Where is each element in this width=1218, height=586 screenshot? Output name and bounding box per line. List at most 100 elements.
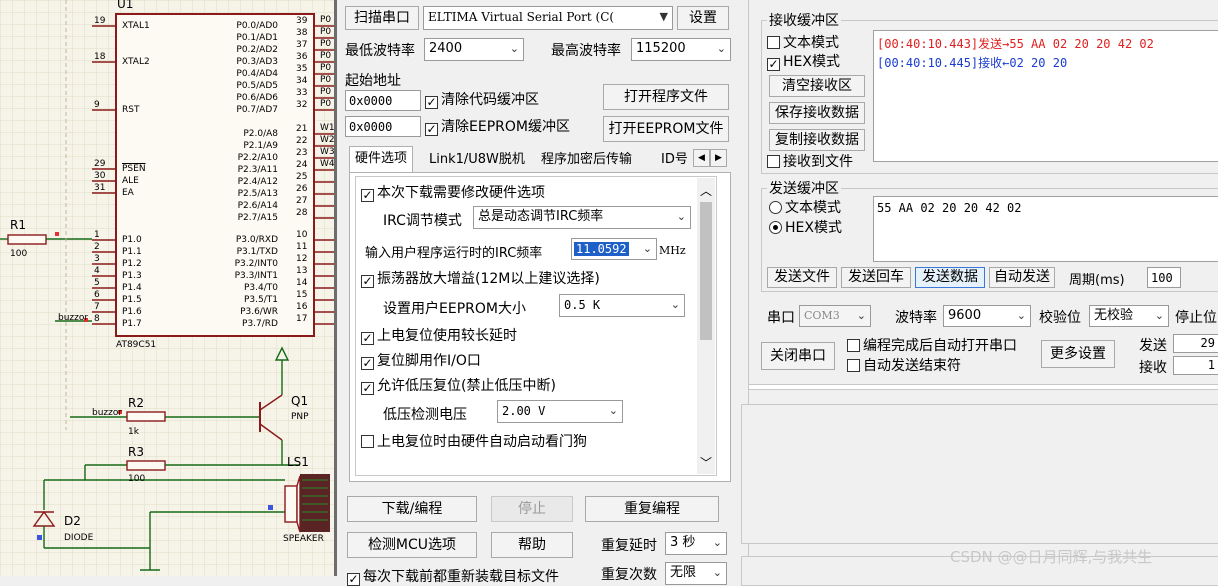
chip-right-pin-name: P2.7/A15 <box>237 213 278 223</box>
eeprom-size-select[interactable]: 0.5 K ⌄ <box>559 294 685 317</box>
tab-scroll-right-icon[interactable]: ▶ <box>710 149 727 167</box>
recv-hex-mode-checkbox[interactable]: ✓ HEX模式 <box>767 53 840 71</box>
receive-textarea[interactable]: [00:40:10.443]发送→55 AA 02 20 20 42 02 [00… <box>873 30 1218 162</box>
reset-pin-io-label: 复位脚用作I/O口 <box>377 353 481 369</box>
net-label-w: W3 <box>320 147 334 157</box>
check-icon: ✓ <box>361 381 374 395</box>
irc-mode-select[interactable]: 总是动态调节IRC频率 ⌄ <box>473 206 691 229</box>
send-file-button[interactable]: 发送文件 <box>767 267 837 288</box>
chip-right-pin-name: P2.3/A11 <box>237 165 278 175</box>
reload-before-download-checkbox[interactable]: ✓ 每次下载前都重新装载目标文件 <box>347 568 559 586</box>
speaker-body <box>284 485 298 523</box>
open-program-file-button[interactable]: 打开程序文件 <box>603 84 729 110</box>
open-eeprom-file-button[interactable]: 打开EEPROM文件 <box>603 116 729 142</box>
save-receive-button[interactable]: 保存接收数据 <box>769 102 865 124</box>
recv-text-mode-checkbox[interactable]: 文本模式 <box>767 34 839 52</box>
reload-before-download-label: 每次下载前都重新装载目标文件 <box>363 569 559 585</box>
hw-watchdog-checkbox[interactable]: 上电复位时由硬件自动启动看门狗 <box>361 433 587 451</box>
q1-type: PNP <box>291 412 309 422</box>
low-voltage-reset-checkbox[interactable]: ✓ 允许低压复位(禁止低压中断) <box>361 377 556 395</box>
lv-detect-select[interactable]: 2.00 V ⌄ <box>497 400 623 423</box>
scroll-down-icon[interactable]: ﹀ <box>697 454 715 471</box>
tab-link1-offline[interactable]: Link1/U8W脱机 <box>423 147 531 173</box>
auto-open-port-checkbox[interactable]: 编程完成后自动打开串口 <box>847 337 1017 355</box>
eeprom-start-address-input[interactable]: 0x0000 <box>345 116 421 137</box>
repeat-delay-value: 3 秒 <box>670 535 696 550</box>
help-button[interactable]: 帮助 <box>491 532 573 558</box>
scroll-up-icon[interactable]: ︿ <box>697 182 715 199</box>
chip-right-pin-number: 37 <box>296 40 308 50</box>
tab-id-number[interactable]: ID号 <box>655 147 695 173</box>
chevron-down-icon: ▼ <box>659 10 668 23</box>
repeat-delay-select[interactable]: 3 秒 ⌄ <box>665 532 727 555</box>
port-combo[interactable]: COM3 ⌄ <box>799 305 871 327</box>
osc-gain-checkbox[interactable]: ✓ 振荡器放大增益(12M以上建议选择) <box>361 270 600 288</box>
tab-encrypted-transfer[interactable]: 程序加密后传输 <box>535 147 638 173</box>
net-label-p0: P0 <box>320 39 332 49</box>
more-settings-button[interactable]: 更多设置 <box>1041 340 1115 368</box>
settings-button[interactable]: 设置 <box>677 6 729 30</box>
chip-right-pin-number: 13 <box>296 266 308 276</box>
chip-right-pin-name: P2.0/A8 <box>243 129 278 139</box>
scan-port-button[interactable]: 扫描串口 <box>345 6 419 30</box>
check-mcu-button[interactable]: 检测MCU选项 <box>347 532 477 558</box>
stop-button[interactable]: 停止 <box>491 496 573 522</box>
close-port-button[interactable]: 关闭串口 <box>761 342 835 370</box>
modify-hw-options-checkbox[interactable]: ✓ 本次下载需要修改硬件选项 <box>361 184 545 202</box>
net-label-p0: P0 <box>320 75 332 85</box>
net-label-w: W4 <box>320 159 334 169</box>
auto-send-terminator-label: 自动发送结束符 <box>863 358 961 374</box>
chip-right-pin-number: 39 <box>296 16 308 26</box>
period-label: 周期(ms) <box>1069 273 1125 288</box>
repeat-count-select[interactable]: 无限 ⌄ <box>665 562 727 585</box>
chevron-down-icon: ⌄ <box>642 242 652 255</box>
chip-right-pin-name: P3.1/TXD <box>236 247 278 257</box>
tab-hardware-options[interactable]: 硬件选项 <box>349 146 414 172</box>
check-empty-icon <box>847 339 860 352</box>
irc-freq-select[interactable]: 11.0592 ⌄ <box>571 238 657 260</box>
download-program-button[interactable]: 下载/编程 <box>347 496 477 522</box>
reprogram-button[interactable]: 重复编程 <box>585 496 719 522</box>
parity-combo[interactable]: 无校验 ⌄ <box>1089 305 1169 327</box>
chip-right-pin-number: 14 <box>296 278 308 288</box>
stop-bits-label: 停止位 <box>1175 310 1217 326</box>
max-baud-select[interactable]: 115200 ⌄ <box>631 38 731 61</box>
tab-scroll-left-icon[interactable]: ◀ <box>693 149 710 167</box>
scroll-thumb[interactable] <box>700 202 712 340</box>
period-input[interactable]: 100 <box>1147 267 1181 288</box>
auto-send-terminator-checkbox[interactable]: 自动发送结束符 <box>847 357 961 375</box>
net-label-w: W2 <box>320 135 334 145</box>
min-baud-select[interactable]: 2400 ⌄ <box>424 38 524 61</box>
auto-send-button[interactable]: 自动发送 <box>989 267 1055 288</box>
net-label-p0: P0 <box>320 51 332 61</box>
chip-left-pin-name: RST <box>122 105 140 115</box>
clear-eeprom-buffer-checkbox[interactable]: ✓ 清除EEPROM缓冲区 <box>425 118 570 136</box>
send-hex-mode-radio[interactable]: HEX模式 <box>769 219 842 237</box>
r1-body <box>7 234 47 245</box>
lv-detect-label: 低压检测电压 <box>383 407 467 423</box>
long-reset-delay-checkbox[interactable]: ✓ 上电复位使用较长延时 <box>361 327 517 345</box>
clear-receive-button[interactable]: 清空接收区 <box>769 75 865 97</box>
lower-pane-top-border <box>749 384 1218 390</box>
send-text-mode-radio[interactable]: 文本模式 <box>769 199 841 217</box>
max-baud-value: 115200 <box>636 41 686 56</box>
port-select[interactable]: ELTIMA Virtual Serial Port (C(▼ <box>423 6 673 30</box>
send-content: 55 AA 02 20 20 42 02 <box>877 201 1022 215</box>
baud-combo[interactable]: 9600 ⌄ <box>943 305 1031 327</box>
send-data-button[interactable]: 发送数据 <box>915 267 985 288</box>
chip-left-pin-number: 30 <box>94 171 106 181</box>
recv-count-label: 接收 <box>1139 360 1167 376</box>
options-scrollbar[interactable]: ︿ ﹀ <box>697 178 715 474</box>
chip-right-pin-number: 36 <box>296 52 308 62</box>
copy-receive-button[interactable]: 复制接收数据 <box>769 129 865 151</box>
chip-left-pin-name: P1.6 <box>122 307 142 317</box>
reset-pin-io-checkbox[interactable]: ✓ 复位脚用作I/O口 <box>361 352 481 370</box>
clear-code-buffer-checkbox[interactable]: ✓ 清除代码缓冲区 <box>425 91 539 109</box>
send-return-button[interactable]: 发送回车 <box>841 267 911 288</box>
check-empty-icon <box>847 359 860 372</box>
receive-to-file-checkbox[interactable]: 接收到文件 <box>767 153 853 171</box>
chevron-down-icon: ⌄ <box>509 42 519 55</box>
chip-left-pin-name: P1.2 <box>122 259 142 269</box>
send-textarea[interactable]: 55 AA 02 20 20 42 02 <box>873 196 1218 262</box>
code-start-address-input[interactable]: 0x0000 <box>345 90 421 111</box>
